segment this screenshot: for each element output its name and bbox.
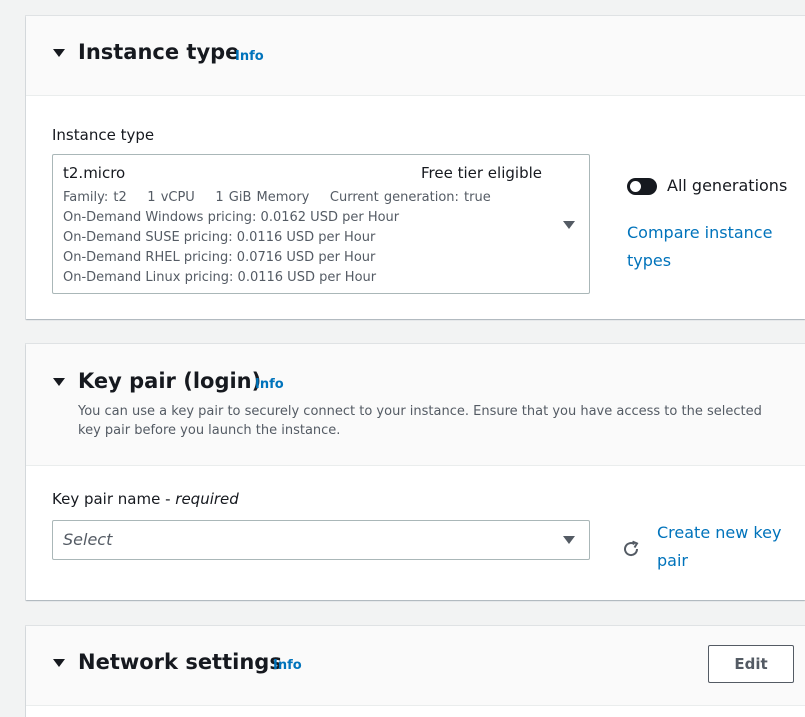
network-settings-panel: Network settings Info Edit xyxy=(26,626,805,717)
instance-detail-line: On-Demand Windows pricing: 0.0162 USD pe… xyxy=(63,210,400,225)
create-link-line: Create new key xyxy=(657,523,782,542)
info-link[interactable]: Info xyxy=(255,377,284,392)
instance-detail-line: On-Demand Linux pricing: 0.0116 USD per … xyxy=(63,270,377,285)
key-pair-select[interactable]: Select xyxy=(52,520,590,560)
edit-button[interactable]: Edit xyxy=(708,645,794,683)
instance-detail-line: On-Demand SUSE pricing: 0.0116 USD per H… xyxy=(63,230,376,245)
compare-link-line: Compare instance xyxy=(627,223,773,242)
key-pair-header[interactable]: Key pair (login) Info You can use a key … xyxy=(26,344,805,466)
instance-type-panel: Instance type Info Instance type t2.micr… xyxy=(26,16,805,319)
key-pair-placeholder: Select xyxy=(63,530,113,549)
create-new-key-pair-link[interactable]: Create new key pair xyxy=(657,519,781,575)
instance-detail-line: Family: t2 1 vCPU 1 GiB Memory Current g… xyxy=(63,190,491,205)
chevron-down-icon xyxy=(563,221,575,229)
toggle-knob xyxy=(630,181,641,192)
caret-down-icon[interactable] xyxy=(53,659,65,667)
info-link[interactable]: Info xyxy=(235,49,264,64)
all-generations-label: All generations xyxy=(667,176,788,195)
selected-instance-name: t2.micro xyxy=(63,164,126,182)
key-pair-label-text: Key pair name - xyxy=(52,490,176,508)
section-title: Key pair (login) xyxy=(78,369,262,393)
all-generations-toggle[interactable] xyxy=(627,178,657,195)
key-pair-description: You can use a key pair to securely conne… xyxy=(78,402,798,440)
key-pair-panel: Key pair (login) Info You can use a key … xyxy=(26,344,805,600)
caret-down-icon[interactable] xyxy=(53,378,65,386)
info-link[interactable]: Info xyxy=(273,658,302,673)
instance-type-header[interactable]: Instance type Info xyxy=(26,16,805,96)
create-link-line: pair xyxy=(657,551,688,570)
instance-detail-line: On-Demand RHEL pricing: 0.0716 USD per H… xyxy=(63,250,376,265)
chevron-down-icon xyxy=(563,536,575,544)
caret-down-icon[interactable] xyxy=(53,49,65,57)
instance-type-label: Instance type xyxy=(52,126,155,144)
refresh-icon[interactable] xyxy=(620,538,642,560)
network-settings-header[interactable]: Network settings Info Edit xyxy=(26,626,805,706)
section-title: Network settings xyxy=(78,650,282,674)
instance-type-select[interactable]: t2.micro Free tier eligible Family: t2 1… xyxy=(52,154,590,294)
key-pair-name-label: Key pair name - required xyxy=(52,490,239,508)
free-tier-badge: Free tier eligible xyxy=(421,164,542,182)
compare-link-line: types xyxy=(627,251,672,270)
description-line: key pair before you launch the instance. xyxy=(78,423,341,438)
required-marker: required xyxy=(175,490,239,508)
compare-instance-types-link[interactable]: Compare instance types xyxy=(627,219,772,275)
section-title: Instance type xyxy=(78,40,240,64)
description-line: You can use a key pair to securely conne… xyxy=(78,404,762,419)
